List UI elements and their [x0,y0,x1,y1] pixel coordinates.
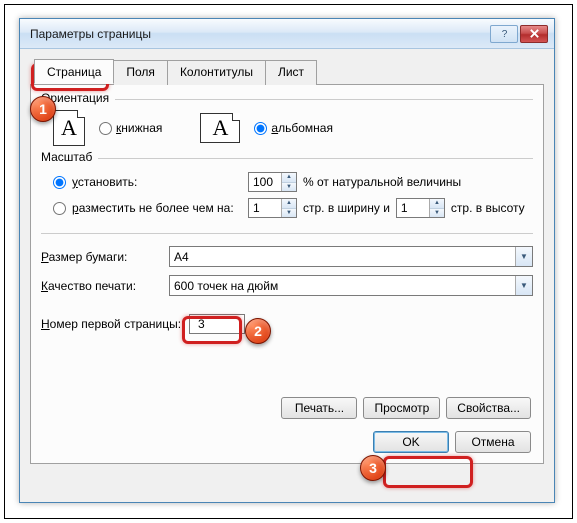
spin-down-icon[interactable]: ▼ [282,209,296,218]
portrait-icon: A [53,110,85,146]
landscape-radio[interactable] [254,122,267,135]
svg-text:?: ? [501,29,507,39]
paper-size-select[interactable]: A4 ▼ [169,246,533,267]
fit-width-spinner[interactable]: ▲▼ [248,198,297,218]
print-button[interactable]: Печать... [281,397,357,419]
scale-fit-label: разместить не более чем на: [72,201,242,215]
orientation-legend: Ориентация [41,91,115,105]
cancel-button[interactable]: Отмена [455,431,531,453]
scale-set-radio[interactable] [53,176,66,189]
portrait-label: книжная [116,121,162,135]
fit-height-spinner[interactable]: ▲▼ [396,198,445,218]
chevron-down-icon: ▼ [515,276,532,295]
tab-page[interactable]: Страница [34,59,114,84]
tab-headers[interactable]: Колонтитулы [167,60,266,85]
first-page-input-wrap [189,314,245,334]
tab-panel: Ориентация A книжная A альбомная Масштаб [30,84,544,464]
scale-set-suffix: % от натуральной величины [303,175,461,189]
spin-up-icon[interactable]: ▲ [430,199,444,209]
tab-strip: Страница Поля Колонтитулы Лист [34,59,544,84]
spin-down-icon[interactable]: ▼ [430,209,444,218]
scale-percent-input[interactable] [249,173,281,191]
preview-button[interactable]: Просмотр [363,397,440,419]
fit-mid-label: стр. в ширину и [303,201,390,215]
spin-down-icon[interactable]: ▼ [282,183,296,192]
titlebar: Параметры страницы ? [20,19,554,49]
landscape-icon: A [200,113,240,143]
scale-group: Масштаб установить: ▲▼ % от натуральной … [41,158,533,221]
tab-fields[interactable]: Поля [113,60,168,85]
tab-sheet[interactable]: Лист [265,60,317,85]
scale-set-label: установить: [72,175,242,189]
paper-size-label: Размер бумаги: [41,250,169,264]
first-page-label: Номер первой страницы: [41,317,189,331]
fit-suffix-label: стр. в высоту [451,201,525,215]
scale-legend: Масштаб [41,150,98,164]
chevron-down-icon: ▼ [515,247,532,266]
print-quality-label: Качество печати: [41,279,169,293]
page-setup-dialog: Параметры страницы ? Страница Поля Колон… [19,18,555,503]
window-title: Параметры страницы [30,27,490,41]
close-button[interactable] [520,25,548,43]
ok-button[interactable]: OK [373,431,449,453]
paper-size-value: A4 [174,250,189,264]
spin-up-icon[interactable]: ▲ [282,199,296,209]
orientation-group: Ориентация A книжная A альбомная [41,99,533,146]
first-page-input[interactable] [196,316,238,332]
scale-percent-spinner[interactable]: ▲▼ [248,172,297,192]
scale-fit-radio[interactable] [53,202,66,215]
portrait-radio[interactable] [99,122,112,135]
print-quality-select[interactable]: 600 точек на дюйм ▼ [169,275,533,296]
fit-height-input[interactable] [397,199,429,217]
properties-button[interactable]: Свойства... [446,397,531,419]
print-quality-value: 600 точек на дюйм [174,279,278,293]
spin-up-icon[interactable]: ▲ [282,173,296,183]
fit-width-input[interactable] [249,199,281,217]
landscape-label: альбомная [271,121,333,135]
help-button[interactable]: ? [490,25,518,43]
